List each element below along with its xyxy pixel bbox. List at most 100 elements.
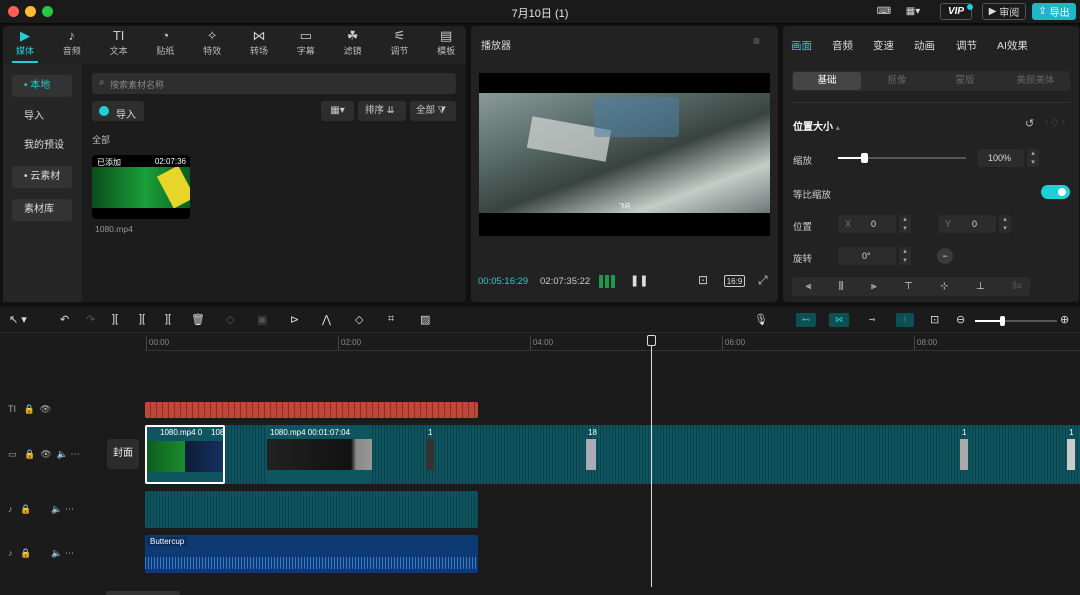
rotate-icon[interactable]: ◇: [355, 313, 363, 326]
align-left-icon[interactable]: ⫷: [806, 281, 812, 292]
eye-icon[interactable]: 👁: [40, 404, 51, 414]
rotate-input[interactable]: 0°: [838, 247, 896, 265]
align-center-h-icon[interactable]: ⫼: [839, 281, 844, 292]
audio-clip-2[interactable]: [145, 535, 478, 573]
toolbar-item-0[interactable]: ▶ 媒体: [7, 28, 43, 60]
export-button[interactable]: ⇪ 导出: [1032, 3, 1076, 20]
lock-icon[interactable]: 🔒: [20, 548, 31, 558]
timeline-scrollbar[interactable]: [106, 591, 180, 595]
import-button[interactable]: 导入: [92, 101, 144, 121]
inspector-tab-2[interactable]: 变速: [873, 38, 894, 53]
ratio-button[interactable]: 16:9: [724, 275, 745, 287]
trim-left-icon[interactable]: ][: [139, 313, 145, 325]
toolbar-item-8[interactable]: ⚟ 调节: [381, 28, 417, 60]
scale-slider-handle[interactable]: [860, 153, 868, 163]
lock-icon[interactable]: 🔒: [20, 504, 31, 514]
inspector-tab-1[interactable]: 音频: [832, 38, 853, 53]
reset-icon[interactable]: ↺: [1025, 117, 1034, 130]
eye-icon[interactable]: 👁: [40, 449, 51, 459]
preview-axis-icon[interactable]: ⧙: [896, 313, 914, 327]
filter-button[interactable]: 全部 ⧩: [410, 101, 456, 121]
zoom-slider-handle[interactable]: [1000, 316, 1005, 326]
align-center-v-icon[interactable]: ⊹: [940, 281, 948, 292]
inspector-tab-4[interactable]: 调节: [956, 38, 977, 53]
volume-icon[interactable]: 🔈: [51, 504, 62, 514]
more-icon[interactable]: ⋯: [65, 548, 74, 558]
lock-icon[interactable]: 🔒: [24, 449, 35, 459]
screenshot-icon[interactable]: ⊡: [930, 313, 939, 326]
auto-snap-icon[interactable]: ⋈: [829, 313, 849, 327]
sidebar-item-import[interactable]: 导入: [12, 106, 72, 128]
view-toggle-button[interactable]: ▦▾: [321, 101, 354, 121]
align-bottom-icon[interactable]: ⊥: [976, 281, 985, 292]
pause-icon[interactable]: ❚❚: [630, 274, 648, 287]
subtab-mask[interactable]: 蒙版: [931, 72, 999, 90]
timeline-ruler[interactable]: [145, 350, 1080, 351]
position-y-input[interactable]: Y 0: [938, 215, 996, 233]
expand-icon[interactable]: ⤢: [758, 273, 768, 288]
sidebar-item-presets[interactable]: 我的预设: [12, 135, 72, 157]
scale-value-input[interactable]: 100%: [978, 149, 1024, 167]
media-thumbnail[interactable]: 已添加 02:07:36: [92, 155, 190, 219]
playhead[interactable]: [651, 336, 652, 587]
position-x-input[interactable]: X 0: [838, 215, 896, 233]
menu-icon[interactable]: ≡: [753, 34, 760, 48]
play-range-icon[interactable]: ⊳: [290, 313, 299, 326]
toolbar-item-1[interactable]: ♪ 音频: [54, 28, 90, 60]
text-clips[interactable]: [145, 402, 478, 418]
crop-icon[interactable]: ⌗: [388, 313, 394, 326]
lock-icon[interactable]: 🔒: [24, 404, 35, 414]
sidebar-item-local[interactable]: • 本地: [12, 75, 72, 97]
main-track-magnet-icon[interactable]: ⊷: [796, 313, 816, 327]
review-button[interactable]: ▶ 审阅: [982, 3, 1026, 20]
mirror-icon[interactable]: ⋀: [322, 313, 331, 326]
scale-stepper[interactable]: ▴ ▾: [1027, 149, 1039, 167]
undo-icon[interactable]: ↶: [60, 313, 69, 326]
cover-button[interactable]: 封面: [107, 439, 139, 469]
volume-icon[interactable]: 🔈: [51, 548, 62, 558]
microphone-icon[interactable]: 🎙: [754, 313, 768, 326]
inspector-tab-3[interactable]: 动画: [914, 38, 935, 53]
rotate-stepper[interactable]: ▴ ▾: [899, 247, 911, 265]
subtab-basic[interactable]: 基础: [793, 72, 861, 90]
link-icon[interactable]: ⊸: [864, 313, 880, 327]
toolbar-item-3[interactable]: ◔ 贴纸: [147, 28, 183, 60]
inspector-tab-5[interactable]: AI效果: [997, 38, 1028, 53]
volume-icon[interactable]: 🔈: [57, 449, 68, 459]
scale-slider[interactable]: [838, 153, 966, 163]
playhead-handle[interactable]: [647, 335, 656, 346]
inspector-tab-0[interactable]: 画面: [791, 38, 812, 53]
split-icon[interactable]: ][: [112, 313, 118, 325]
more-icon[interactable]: ⋯: [70, 449, 79, 459]
subtab-keying[interactable]: 抠像: [863, 72, 931, 90]
image-edit-icon[interactable]: ▨: [420, 313, 430, 326]
layout-icon[interactable]: ▦▾: [900, 3, 926, 20]
sidebar-item-library[interactable]: 素材库: [12, 199, 72, 221]
zoom-out-icon[interactable]: ⊖: [956, 313, 965, 326]
toolbar-item-2[interactable]: TI 文本: [101, 28, 137, 60]
toolbar-item-4[interactable]: ✧ 特效: [194, 28, 230, 60]
sort-button[interactable]: 排序 ⇊: [358, 101, 406, 121]
more-icon[interactable]: ⋯: [65, 504, 74, 514]
trim-right-icon[interactable]: ][: [165, 313, 171, 325]
video-preview[interactable]: 飞向: [479, 73, 770, 236]
align-top-icon[interactable]: ⊤: [904, 281, 913, 292]
toolbar-item-5[interactable]: ⋈ 转场: [241, 28, 277, 60]
align-right-icon[interactable]: ⫸: [871, 281, 877, 292]
position-y-stepper[interactable]: ▴ ▾: [999, 215, 1011, 233]
subtab-beauty[interactable]: 美颜美体: [1001, 72, 1070, 90]
delete-icon[interactable]: 🗑: [191, 313, 205, 326]
proportional-toggle[interactable]: [1041, 185, 1070, 199]
position-x-stepper[interactable]: ▴ ▾: [899, 215, 911, 233]
keyboard-icon[interactable]: ⌨: [876, 3, 892, 20]
toolbar-item-9[interactable]: ▤ 模板: [428, 28, 464, 60]
toolbar-item-6[interactable]: ▭ 字幕: [288, 28, 324, 60]
select-tool-icon[interactable]: ↖ ▾: [9, 313, 27, 326]
search-input[interactable]: ⌕ 搜索素材名称: [92, 73, 456, 94]
zoom-in-icon[interactable]: ⊕: [1060, 313, 1069, 326]
audio-clip-1[interactable]: [145, 491, 478, 528]
rotate-dial[interactable]: −: [937, 248, 953, 264]
fullscreen-preview-icon[interactable]: ⊡: [698, 273, 708, 287]
zoom-slider[interactable]: [975, 316, 1057, 326]
sidebar-item-cloud[interactable]: • 云素材: [12, 166, 72, 188]
